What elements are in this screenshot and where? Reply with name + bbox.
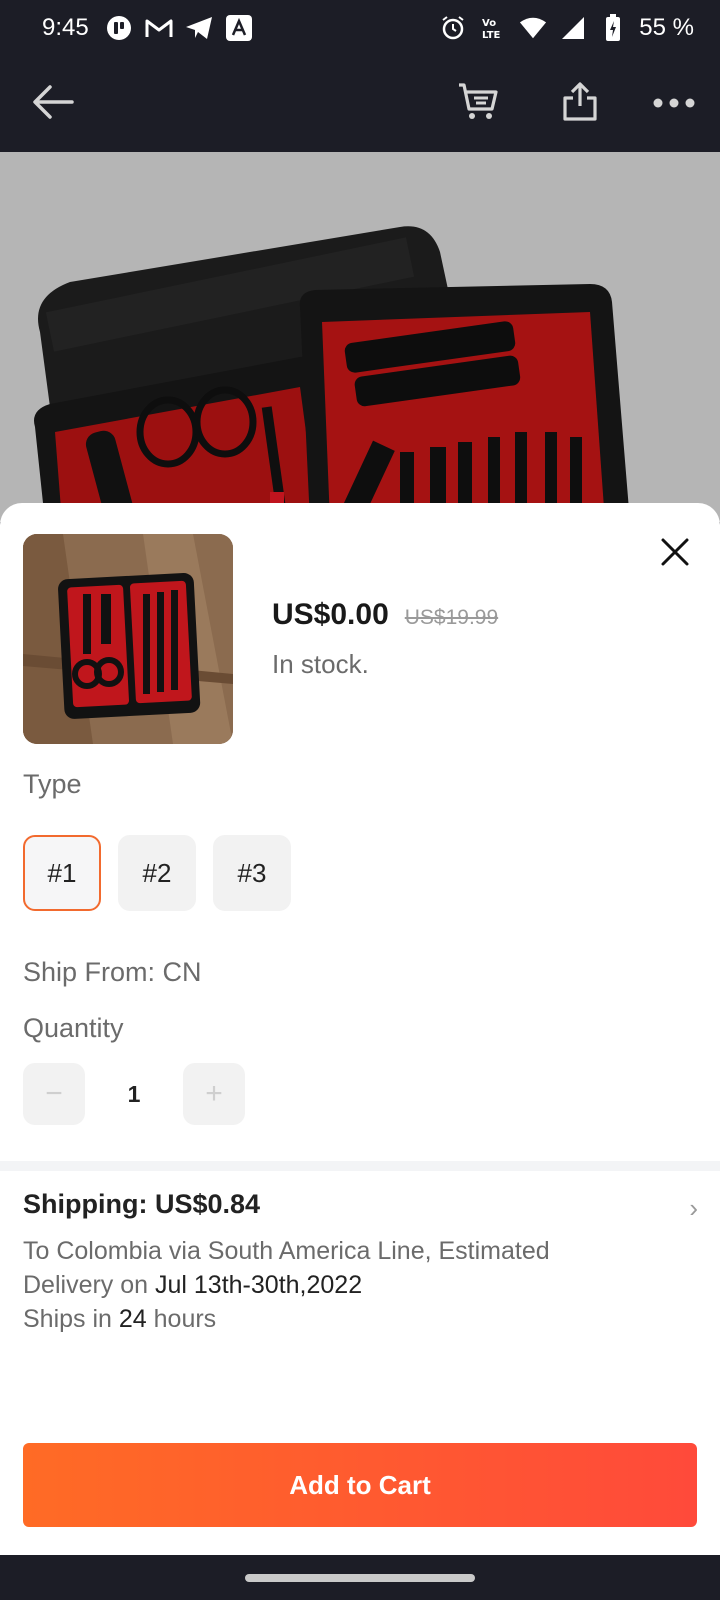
volte-icon: Vo LTE — [479, 14, 507, 42]
shipping-handling-time: Ships in 24 hours — [23, 1302, 698, 1336]
type-label: Type — [23, 769, 82, 799]
cart-button[interactable] — [452, 78, 504, 130]
status-right: Vo LTE 55 % — [439, 14, 694, 42]
increase-quantity-button[interactable]: + — [183, 1063, 245, 1125]
status-bar: 9:45 Vo LTE 55 % — [0, 0, 720, 56]
delivery-dates: Jul 13th-30th,2022 — [155, 1271, 363, 1299]
battery-percent: 55 % — [639, 14, 694, 41]
decrease-quantity-button[interactable]: − — [23, 1063, 85, 1125]
close-button[interactable] — [650, 529, 700, 579]
delivery-prefix: Delivery on — [23, 1271, 155, 1299]
quantity-label: Quantity — [23, 1013, 124, 1043]
telegram-icon — [185, 14, 213, 42]
product-thumbnail — [23, 534, 233, 744]
ship-from: Ship From: CN — [23, 957, 202, 987]
section-divider — [0, 1161, 720, 1171]
stock-status: In stock. — [272, 649, 369, 679]
alarm-icon — [439, 14, 467, 42]
signal-icon — [559, 14, 587, 42]
type-option-1[interactable]: #1 — [23, 835, 101, 911]
ship-hours: 24 — [118, 1305, 147, 1333]
wifi-icon — [519, 14, 547, 42]
shipping-title: Shipping: US$0.84 — [23, 1189, 261, 1219]
back-button[interactable] — [27, 78, 79, 130]
home-gesture-bar[interactable] — [245, 1574, 475, 1582]
share-icon — [562, 81, 598, 127]
more-button[interactable] — [648, 78, 700, 130]
product-hero-image[interactable] — [0, 152, 720, 522]
chevron-right-icon: › — [689, 1193, 698, 1223]
app-icon — [105, 14, 133, 42]
type-options: #1 #2 #3 — [23, 835, 291, 911]
quantity-stepper: − 1 + — [23, 1063, 245, 1125]
back-arrow-icon — [32, 84, 74, 125]
status-left-icons — [105, 14, 253, 42]
share-button[interactable] — [554, 78, 606, 130]
shipping-description: To Colombia via South America Line, Esti… — [23, 1234, 698, 1336]
svg-text:Vo: Vo — [482, 18, 496, 29]
minus-icon: − — [45, 1077, 63, 1110]
app-bar — [0, 56, 720, 152]
status-time: 9:45 — [42, 14, 89, 41]
cart-icon — [457, 82, 499, 127]
plus-icon: + — [205, 1077, 223, 1110]
shipping-route: To Colombia via South America Line, Esti… — [23, 1237, 550, 1265]
svg-text:LTE: LTE — [482, 30, 501, 41]
type-option-3[interactable]: #3 — [213, 835, 291, 911]
quantity-value[interactable]: 1 — [85, 1081, 183, 1108]
more-icon — [653, 95, 695, 113]
close-icon — [660, 537, 690, 572]
shipping-delivery: Delivery on Jul 13th-30th,2022 — [23, 1268, 698, 1302]
sku-selector-sheet: US$0.00 US$19.99 In stock. Type #1 #2 #3… — [0, 503, 720, 1555]
gmail-icon — [145, 14, 173, 42]
type-option-2[interactable]: #2 — [118, 835, 196, 911]
ships-in-prefix: Ships in — [23, 1305, 119, 1333]
original-price: US$19.99 — [404, 606, 499, 629]
battery-icon — [599, 14, 627, 42]
shipping-option[interactable]: Shipping: US$0.84 › To Colombia via Sout… — [23, 1189, 698, 1336]
add-to-cart-button[interactable]: Add to Cart — [23, 1443, 697, 1527]
price-row: US$0.00 US$19.99 — [272, 598, 498, 632]
ships-in-suffix: hours — [146, 1305, 217, 1333]
navigation-bar — [0, 1555, 720, 1600]
current-price: US$0.00 — [272, 598, 389, 631]
app-store-icon — [225, 14, 253, 42]
